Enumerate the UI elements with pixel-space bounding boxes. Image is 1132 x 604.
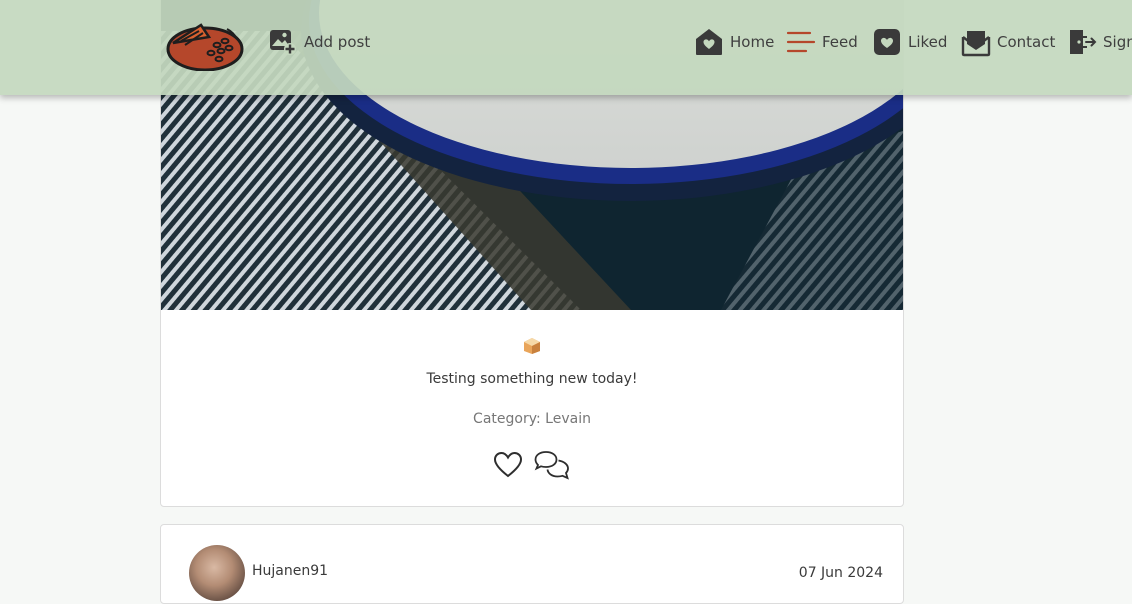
comment-icon[interactable] <box>534 450 570 482</box>
nav-liked-label: Liked <box>908 33 948 51</box>
nav-home-label: Home <box>730 33 775 51</box>
nav-feed-label: Feed <box>822 33 858 51</box>
nav-sign-in[interactable]: Sign <box>1067 26 1132 58</box>
nav-contact[interactable]: Contact <box>961 26 1055 58</box>
category-label: Category: <box>473 411 541 427</box>
post-date: 07 Jun 2024 <box>798 565 883 581</box>
nav-add-post-label: Add post <box>304 33 371 51</box>
contact-icon <box>961 31 991 57</box>
navbar: Add post Home Feed Liked Contact Sign <box>0 0 1132 95</box>
add-photo-icon <box>270 30 296 55</box>
post-author[interactable]: Hujanen91 <box>252 563 328 579</box>
heart-icon[interactable] <box>493 450 523 480</box>
nav-contact-label: Contact <box>997 33 1056 51</box>
nav-sign-label: Sign <box>1103 33 1132 51</box>
nav-home[interactable]: Home <box>694 26 774 58</box>
nav-liked[interactable]: Liked <box>872 26 947 58</box>
post-card: Hujanen91 07 Jun 2024 <box>160 524 904 604</box>
category-value[interactable]: Levain <box>545 411 591 427</box>
bread-icon <box>524 338 540 354</box>
nav-feed[interactable]: Feed <box>786 26 858 58</box>
home-icon <box>696 29 722 55</box>
liked-icon <box>874 29 900 55</box>
sign-in-icon <box>1070 30 1097 54</box>
feed-icon <box>786 31 816 53</box>
nav-add-post[interactable]: Add post <box>268 26 370 58</box>
avatar[interactable] <box>189 545 245 601</box>
logo-icon[interactable] <box>165 17 245 71</box>
post-category: Category: Levain <box>161 411 903 427</box>
post-caption: Testing something new today! <box>426 371 638 387</box>
